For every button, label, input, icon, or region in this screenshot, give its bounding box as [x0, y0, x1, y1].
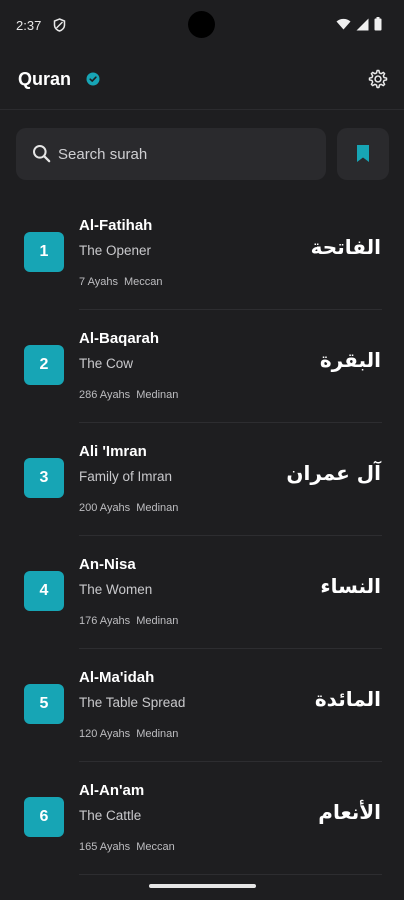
surah-revelation-type: Meccan: [136, 841, 175, 853]
surah-number-badge: 3: [24, 458, 64, 498]
surah-number-badge: 5: [24, 684, 64, 724]
surah-row[interactable]: 6 Al-An'am The Cattle 165 Ayahs Meccan ال…: [0, 762, 404, 875]
surah-meta: 165 Ayahs Meccan: [79, 841, 175, 853]
wifi-icon: [336, 18, 351, 30]
surah-arabic-name: الفاتحة: [310, 235, 381, 259]
surah-arabic-name: الأنعام: [318, 800, 381, 824]
surah-name: Al-Baqarah: [79, 330, 160, 347]
surah-arabic-name: النساء: [320, 574, 381, 598]
search-icon: [33, 145, 51, 163]
surah-ayah-count: 7 Ayahs: [79, 276, 118, 288]
home-indicator[interactable]: [149, 884, 256, 888]
bookmark-icon: [357, 145, 369, 162]
surah-meta: 120 Ayahs Medinan: [79, 728, 178, 740]
surah-name: Al-Fatihah: [79, 217, 153, 234]
surah-revelation-type: Medinan: [136, 502, 179, 514]
surah-number-badge: 6: [24, 797, 64, 837]
surah-revelation-type: Medinan: [136, 389, 179, 401]
battery-icon: [374, 17, 382, 31]
status-bar: 2:37: [0, 0, 404, 50]
surah-name: Al-An'am: [79, 782, 145, 799]
surah-name: An-Nisa: [79, 556, 136, 573]
row-divider: [79, 874, 382, 875]
surah-ayah-count: 120 Ayahs: [79, 728, 131, 740]
surah-meta: 7 Ayahs Meccan: [79, 276, 162, 288]
surah-ayah-count: 200 Ayahs: [79, 502, 131, 514]
surah-revelation-type: Medinan: [136, 728, 179, 740]
surah-meta: 200 Ayahs Medinan: [79, 502, 178, 514]
surah-number-badge: 1: [24, 232, 64, 272]
gear-icon[interactable]: [367, 68, 389, 90]
surah-row[interactable]: 4 An-Nisa The Women 176 Ayahs Medinan الن…: [0, 536, 404, 649]
surah-name: Al-Ma'idah: [79, 669, 155, 686]
surah-ayah-count: 176 Ayahs: [79, 615, 131, 627]
surah-number-badge: 4: [24, 571, 64, 611]
surah-meta: 286 Ayahs Medinan: [79, 389, 178, 401]
surah-revelation-type: Meccan: [123, 276, 163, 288]
page-title: Quran: [18, 69, 72, 89]
surah-meaning: The Opener: [79, 243, 152, 258]
verified-icon: [86, 72, 100, 86]
surah-arabic-name: آل عمران: [286, 461, 381, 485]
surah-ayah-count: 286 Ayahs: [79, 389, 131, 401]
app-header: Quran: [0, 58, 404, 110]
surah-arabic-name: البقرة: [319, 348, 381, 372]
status-icons: [336, 17, 382, 31]
search-input[interactable]: [58, 128, 318, 180]
camera-cutout: [188, 11, 215, 38]
surah-ayah-count: 165 Ayahs: [79, 841, 131, 853]
surah-row[interactable]: 2 Al-Baqarah The Cow 286 Ayahs Medinan ال…: [0, 310, 404, 423]
surah-list: 1 Al-Fatihah The Opener 7 Ayahs Meccan ال…: [0, 197, 404, 875]
surah-revelation-type: Medinan: [136, 615, 179, 627]
surah-meaning: Family of Imran: [79, 469, 173, 484]
surah-meaning: The Cow: [79, 356, 134, 371]
search-box[interactable]: [16, 128, 326, 180]
bookmarks-button[interactable]: [337, 128, 389, 180]
surah-row[interactable]: 1 Al-Fatihah The Opener 7 Ayahs Meccan ال…: [0, 197, 404, 310]
surah-meaning: The Women: [79, 582, 153, 597]
surah-arabic-name: المائدة: [314, 687, 381, 711]
surah-number-badge: 2: [24, 345, 64, 385]
quran-screen: 2:37 Quran Search surah 1 Al-Fatihah The…: [0, 0, 404, 900]
surah-name: Ali 'Imran: [79, 443, 147, 460]
surah-meaning: The Table Spread: [79, 695, 186, 710]
surah-meta: 176 Ayahs Medinan: [79, 615, 178, 627]
signal-icon: [356, 18, 369, 30]
surah-meaning: The Cattle: [79, 808, 142, 823]
status-time: 2:37: [16, 18, 42, 33]
shield-icon: [53, 18, 66, 32]
surah-row[interactable]: 3 Ali 'Imran Family of Imran 200 Ayahs Me…: [0, 423, 404, 536]
surah-row[interactable]: 5 Al-Ma'idah The Table Spread 120 Ayahs M…: [0, 649, 404, 762]
